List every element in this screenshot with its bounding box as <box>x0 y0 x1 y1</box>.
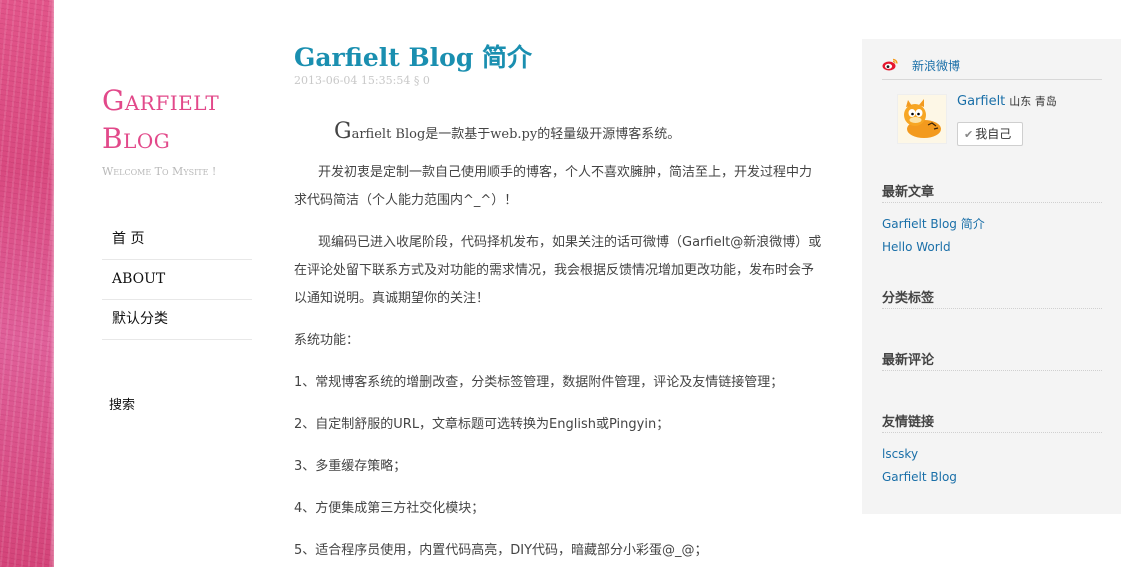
main-nav: 首 页 ABOUT 默认分类 <box>102 220 252 340</box>
recent-comments-widget: 最新评论 <box>882 349 1102 371</box>
post-paragraph: 现编码已进入收尾阶段，代码择机发布，如果关注的话可微博（Garfielt@新浪微… <box>294 235 822 306</box>
recent-posts-list: Garfielt Blog 简介 Hello World <box>882 213 1102 259</box>
post-intro-dropcap: G <box>334 119 352 144</box>
feature-item: 5、适合程序员使用，内置代码高亮，DIY代码，暗藏部分小彩蛋@_@； <box>294 543 708 558</box>
weibo-user-info: Garfielt 山东 青岛 <box>957 93 1057 109</box>
site-title[interactable]: Garfielt Blog <box>102 82 262 158</box>
features-heading: 系统功能： <box>294 333 360 348</box>
site-title-line2: Blog <box>102 122 171 155</box>
decorative-left-strip <box>0 0 54 567</box>
feature-item: 4、方便集成第三方社交化模块； <box>294 501 485 516</box>
links-title: 友情链接 <box>882 411 1102 433</box>
weibo-follow-button[interactable]: ✔ 我自己 <box>957 122 1023 146</box>
weibo-user-name[interactable]: Garfielt <box>957 94 1005 109</box>
post-intro: Garfielt Blog是一款基于web.py的轻量级开源博客系统。 <box>294 118 824 149</box>
nav-item-default-category[interactable]: 默认分类 <box>102 300 252 340</box>
recent-posts-widget: 最新文章 Garfielt Blog 简介 Hello World <box>882 181 1102 259</box>
site-tagline: Welcome To Mysite ! <box>102 165 217 178</box>
sidebar: 新浪微博 Garfielt 山东 青岛 ✔ 我自己 最新文章 Garfielt Bl… <box>862 39 1121 514</box>
weibo-widget-title[interactable]: 新浪微博 <box>912 57 960 74</box>
feature-item: 2、自定制舒服的URL，文章标题可选转换为English或Pingyin； <box>294 417 670 432</box>
weibo-widget-header: 新浪微博 <box>882 55 1102 80</box>
check-icon: ✔ <box>964 129 974 141</box>
recent-comments-title: 最新评论 <box>882 349 1102 371</box>
recent-post-link[interactable]: Garfielt Blog 简介 <box>882 213 1102 236</box>
post-intro-text: arfielt Blog是一款基于web.py的轻量级开源博客系统。 <box>351 127 681 142</box>
post-body: Garfielt Blog是一款基于web.py的轻量级开源博客系统。 开发初衷… <box>294 118 824 567</box>
links-widget: 友情链接 lscsky Garfielt Blog <box>882 411 1102 489</box>
nav-item-about[interactable]: ABOUT <box>102 260 252 300</box>
feature-item: 1、常规博客系统的增删改查，分类标签管理，数据附件管理，评论及友情链接管理； <box>294 375 784 390</box>
links-list: lscsky Garfielt Blog <box>882 443 1102 489</box>
search-link[interactable]: 搜索 <box>109 394 135 413</box>
feature-item: 3、多重缓存策略； <box>294 459 407 474</box>
weibo-icon[interactable] <box>882 58 898 71</box>
post-paragraph: 开发初衷是定制一款自己使用顺手的博客，个人不喜欢臃肿，简洁至上，开发过程中力求代… <box>294 165 813 208</box>
recent-posts-title: 最新文章 <box>882 181 1102 203</box>
friend-link[interactable]: lscsky <box>882 443 1102 466</box>
friend-link[interactable]: Garfielt Blog <box>882 466 1102 489</box>
tags-title: 分类标签 <box>882 287 1102 309</box>
nav-item-home[interactable]: 首 页 <box>102 220 252 260</box>
site-title-line1: Garfielt <box>102 84 220 117</box>
avatar[interactable] <box>897 94 947 144</box>
recent-post-link[interactable]: Hello World <box>882 236 1102 259</box>
post-meta: 2013-06-04 15:35:54 § 0 <box>294 74 430 87</box>
tags-widget: 分类标签 <box>882 287 1102 309</box>
weibo-follow-label: 我自己 <box>975 127 1012 141</box>
post-title[interactable]: Garfielt Blog 简介 <box>294 38 532 74</box>
weibo-user-location: 山东 青岛 <box>1009 95 1057 108</box>
